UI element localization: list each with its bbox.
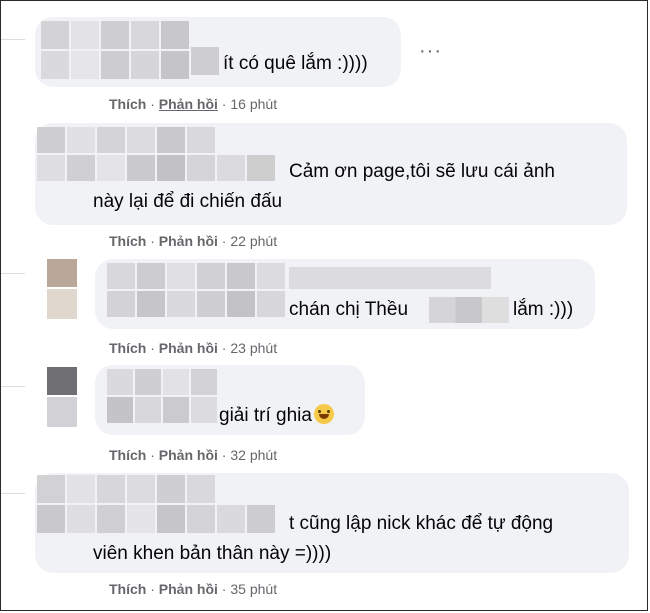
separator: · [217, 340, 231, 356]
reply-button[interactable]: Phản hồi [159, 233, 218, 249]
comment-text: Cảm ơn page,tôi sẽ lưu cái ảnh [289, 161, 555, 182]
separator: · [217, 581, 231, 597]
timestamp[interactable]: 22 phút [230, 233, 277, 249]
separator: · [146, 447, 159, 463]
redacted-name [107, 263, 287, 319]
reply-button[interactable]: Phản hồi [159, 581, 218, 597]
comment-text: chán chị Thều [289, 299, 409, 320]
redacted-name [107, 369, 217, 425]
laughing-emoji-icon [313, 404, 334, 424]
thread-line [1, 39, 25, 40]
avatar [47, 367, 77, 427]
separator: · [146, 233, 159, 249]
comment-text-value: giải trí ghia [219, 405, 312, 426]
like-button[interactable]: Thích [109, 581, 146, 597]
comment-text: ít có quê lắm :)))) [223, 53, 368, 74]
timestamp[interactable]: 16 phút [230, 96, 277, 112]
like-button[interactable]: Thích [109, 340, 146, 356]
comment-actions: Thích · Phản hồi · 35 phút [109, 581, 277, 597]
redacted-text [429, 297, 509, 323]
separator: · [217, 96, 231, 112]
comment-text: này lại để đi chiến đấu [93, 191, 283, 212]
timestamp[interactable]: 35 phút [230, 581, 277, 597]
comment-text: viên khen bản thân này =)))) [93, 543, 332, 564]
like-button[interactable]: Thích [109, 447, 146, 463]
comment-list: ít có quê lắm :)))) ··· Thích · Phản hồi… [0, 0, 648, 611]
thread-line [1, 493, 25, 494]
more-options-icon[interactable]: ··· [419, 41, 442, 61]
separator: · [146, 96, 159, 112]
redacted-name [41, 21, 191, 79]
redacted-name [37, 127, 287, 183]
reply-button[interactable]: Phản hồi [159, 340, 218, 356]
comment-text: lắm :))) [513, 299, 574, 320]
thread-line [1, 386, 25, 387]
avatar [47, 259, 77, 319]
reply-button[interactable]: Phản hồi [159, 447, 218, 463]
like-button[interactable]: Thích [109, 96, 146, 112]
redacted-name [37, 475, 287, 533]
separator: · [217, 447, 231, 463]
timestamp[interactable]: 23 phút [230, 340, 277, 356]
reply-button[interactable]: Phản hồi [159, 96, 218, 112]
comment-actions: Thích · Phản hồi · 23 phút [109, 340, 277, 356]
redacted-name [191, 47, 219, 75]
comment-actions: Thích · Phản hồi · 32 phút [109, 447, 277, 463]
comment-text: t cũng lập nick khác để tự động [289, 513, 554, 534]
comment-text: giải trí ghia [219, 401, 334, 431]
comment-actions: Thích · Phản hồi · 16 phút [109, 96, 277, 112]
timestamp[interactable]: 32 phút [230, 447, 277, 463]
redacted-text [289, 267, 491, 289]
comment-actions: Thích · Phản hồi · 22 phút [109, 233, 277, 249]
separator: · [146, 581, 159, 597]
separator: · [217, 233, 231, 249]
thread-line [1, 273, 25, 274]
like-button[interactable]: Thích [109, 233, 146, 249]
separator: · [146, 340, 159, 356]
